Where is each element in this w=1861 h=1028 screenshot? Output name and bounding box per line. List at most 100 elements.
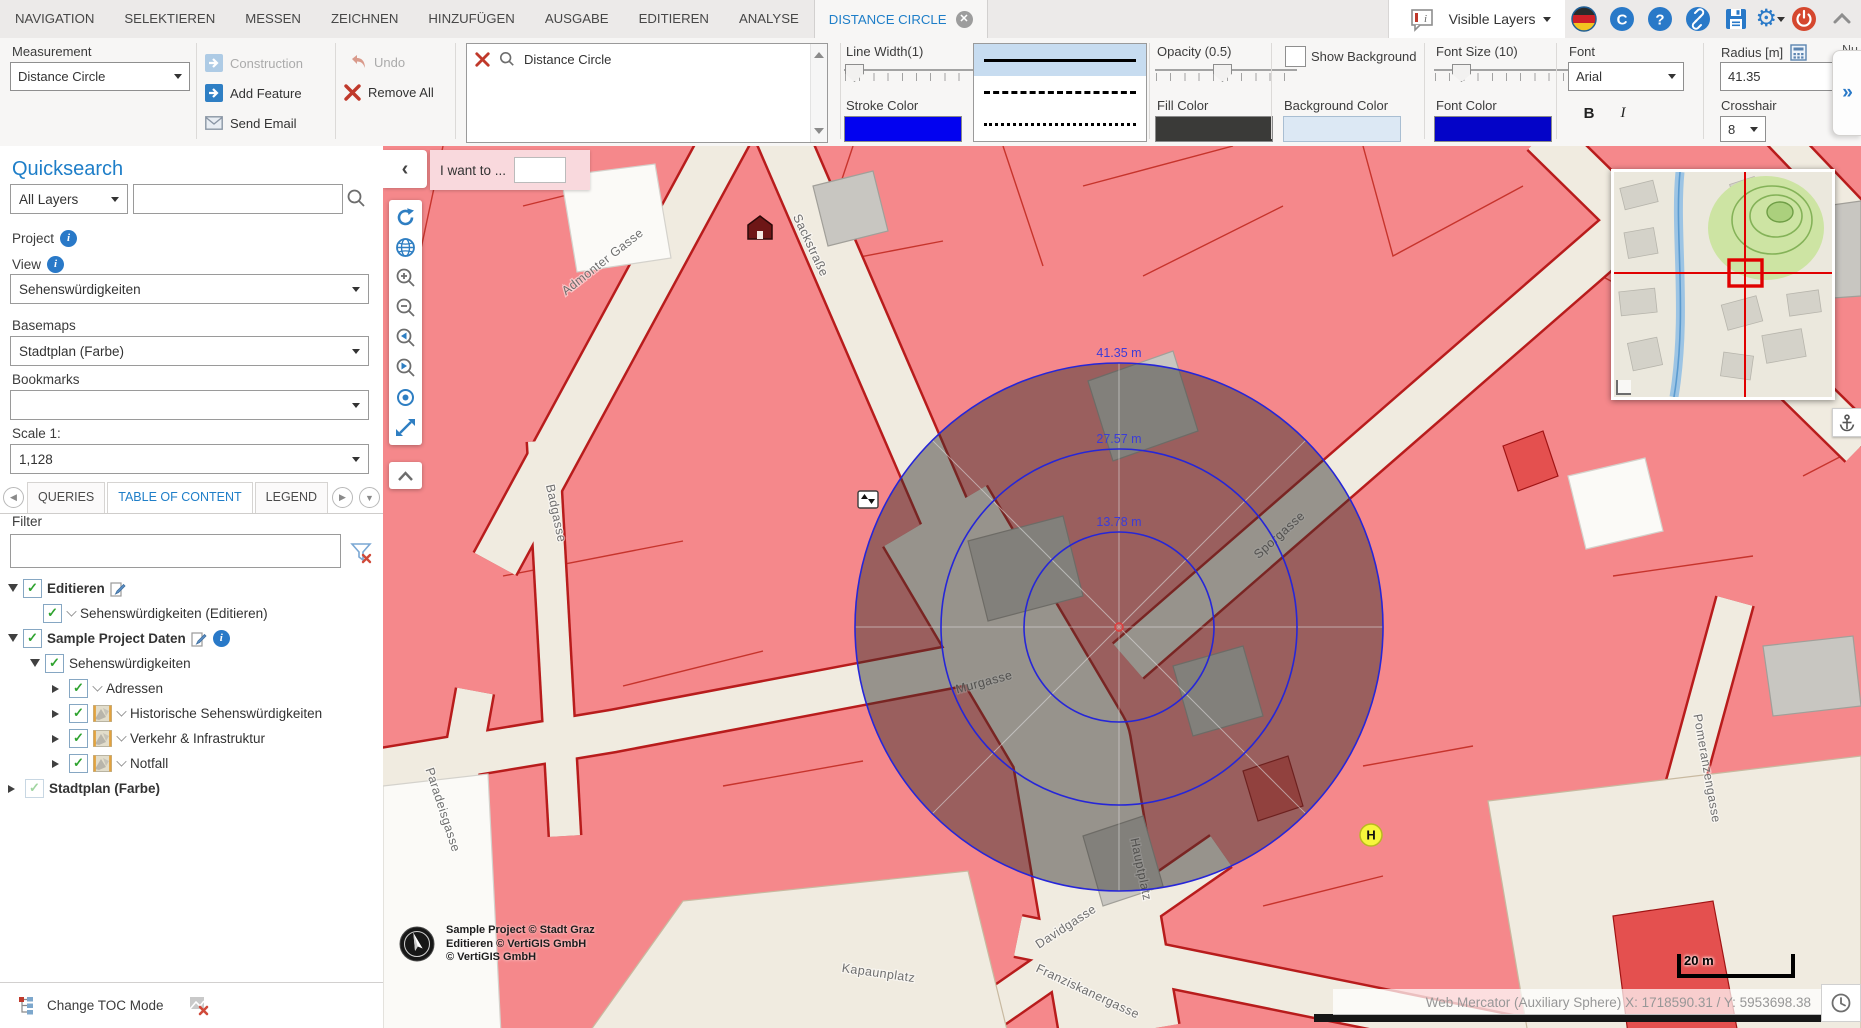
panel-tab-table-of-content[interactable]: TABLE OF CONTENT [107, 482, 252, 513]
layer-checkbox[interactable]: ✓ [25, 779, 44, 798]
panel-tab-queries[interactable]: QUERIES [27, 482, 105, 513]
list-scrollbar[interactable] [810, 44, 827, 142]
clear-filter-icon[interactable] [349, 540, 373, 564]
close-tab-icon[interactable]: ✕ [956, 11, 973, 28]
scroll-up-icon[interactable] [814, 47, 824, 58]
tree-row-verkehr-infrastruktur[interactable]: ✓Verkehr & Infrastruktur [52, 726, 265, 751]
show-background-checkbox[interactable] [1285, 46, 1306, 67]
bookmarks-select[interactable] [10, 390, 369, 420]
share-link-icon[interactable] [1685, 6, 1711, 32]
layer-checkbox[interactable]: ✓ [23, 579, 42, 598]
line-style-list[interactable] [973, 43, 1147, 142]
layer-menu-chevron-icon[interactable] [116, 731, 126, 741]
layer-checkbox[interactable]: ✓ [69, 729, 88, 748]
tree-expander-icon[interactable] [52, 685, 63, 693]
view-select[interactable]: Sehenswürdigkeiten [10, 274, 369, 304]
tree-expander-icon[interactable] [8, 584, 18, 597]
quicksearch-input[interactable] [133, 184, 343, 214]
save-icon[interactable] [1723, 6, 1749, 32]
tree-expander-icon[interactable] [52, 710, 63, 718]
layer-checkbox[interactable]: ✓ [69, 754, 88, 773]
collapse-ribbon-icon[interactable] [1829, 6, 1855, 32]
remove-all-button[interactable]: Remove All [344, 84, 434, 101]
tree-row-sehenswürdigkeiten[interactable]: ✓Sehenswürdigkeiten [30, 651, 191, 676]
visible-layers-dropdown[interactable]: i Visible Layers [1388, 0, 1566, 38]
zoom-to-item-icon[interactable] [499, 51, 515, 67]
font-size-slider[interactable] [1434, 64, 1576, 86]
crosshair-select[interactable]: 8 [1720, 116, 1766, 142]
tab-ausgabe[interactable]: AUSGABE [530, 0, 624, 38]
add-feature-button[interactable]: Add Feature [205, 84, 302, 102]
layer-menu-chevron-icon[interactable] [116, 756, 126, 766]
measurement-select[interactable]: Distance Circle [10, 62, 190, 91]
layer-info-icon[interactable]: i [213, 630, 230, 647]
globe-icon[interactable] [394, 236, 417, 259]
next-extent-icon[interactable] [394, 356, 417, 379]
fill-color-swatch[interactable] [1155, 116, 1273, 142]
i-want-to-input[interactable] [514, 157, 566, 183]
tab-analyse[interactable]: ANALYSE [724, 0, 814, 38]
layer-checkbox[interactable]: ✓ [43, 604, 62, 623]
line-width-slider[interactable] [844, 64, 986, 86]
tab-selektieren[interactable]: SELEKTIEREN [109, 0, 230, 38]
layer-checkbox[interactable]: ✓ [23, 629, 42, 648]
zoom-in-icon[interactable] [394, 266, 417, 289]
panel-tab-legend[interactable]: LEGEND [255, 482, 328, 513]
full-extent-icon[interactable] [394, 416, 417, 439]
language-german-flag-icon[interactable] [1571, 6, 1597, 32]
line-style-solid[interactable] [974, 44, 1146, 76]
layer-checkbox[interactable]: ✓ [69, 679, 88, 698]
scroll-down-icon[interactable] [814, 128, 824, 139]
poi-lift-marker[interactable] [858, 491, 878, 508]
tabs-scroll-right-icon[interactable]: ▶ [332, 487, 353, 508]
logout-power-icon[interactable] [1791, 6, 1817, 32]
delete-item-icon[interactable] [475, 52, 490, 67]
tabs-scroll-left-icon[interactable]: ◀ [3, 487, 24, 508]
stroke-color-swatch[interactable] [844, 116, 962, 142]
collapse-sidebar-button[interactable]: ‹ [383, 150, 427, 188]
change-toc-mode-icon[interactable] [18, 996, 37, 1015]
overview-map[interactable] [1611, 169, 1835, 400]
poi-hydrant-marker[interactable]: H [1360, 824, 1382, 846]
geocortex-icon[interactable]: C [1609, 6, 1635, 32]
bold-button[interactable]: B [1576, 100, 1602, 126]
center-map-icon[interactable] [394, 386, 417, 409]
settings-menu[interactable]: ⚙ [1755, 6, 1785, 32]
italic-button[interactable]: I [1610, 100, 1636, 126]
tree-expander-icon[interactable] [8, 634, 18, 647]
tree-expander-icon[interactable] [52, 760, 63, 768]
layer-checkbox[interactable]: ✓ [69, 704, 88, 723]
tree-row-sample-project-daten[interactable]: ✓Sample Project Dateni [8, 626, 230, 651]
line-style-dotted[interactable] [974, 108, 1146, 140]
measurement-list-item[interactable]: Distance Circle [467, 44, 827, 74]
radius-input[interactable]: 41.35 [1720, 62, 1834, 91]
previous-extent-icon[interactable] [394, 326, 417, 349]
send-email-button[interactable]: Send Email [205, 114, 296, 132]
tab-hinzufügen[interactable]: HINZUFÜGEN [413, 0, 529, 38]
project-info-icon[interactable]: i [60, 230, 77, 247]
tree-row-editieren[interactable]: ✓Editieren [8, 576, 126, 601]
toolbar-collapse-button[interactable] [389, 462, 422, 489]
north-compass-icon[interactable] [397, 924, 437, 964]
tab-zeichnen[interactable]: ZEICHNEN [316, 0, 413, 38]
layer-menu-chevron-icon[interactable] [116, 706, 126, 716]
tab-messen[interactable]: MESSEN [230, 0, 316, 38]
history-clock-button[interactable] [1821, 984, 1861, 1022]
font-color-swatch[interactable] [1434, 116, 1552, 142]
tree-expander-icon[interactable] [52, 735, 63, 743]
quicksearch-scope-select[interactable]: All Layers [10, 184, 128, 214]
background-color-swatch[interactable] [1283, 116, 1401, 142]
tabs-menu-icon[interactable]: ▼ [359, 487, 380, 508]
hide-thumbnails-icon[interactable] [188, 995, 209, 1016]
ribbon-overflow-button[interactable]: » [1832, 50, 1861, 136]
tree-expander-icon[interactable] [8, 785, 19, 793]
font-select[interactable]: Arial [1568, 62, 1684, 91]
view-info-icon[interactable]: i [47, 256, 64, 273]
tab-distance-circle[interactable]: DISTANCE CIRCLE ✕ [814, 0, 988, 38]
line-style-dashed[interactable] [974, 76, 1146, 108]
calculator-icon[interactable] [1790, 44, 1807, 61]
tree-row-sehenswürdigkeiten-editieren-[interactable]: ✓Sehenswürdigkeiten (Editieren) [30, 601, 268, 626]
undo-button[interactable]: Undo [348, 54, 405, 71]
tree-row-adressen[interactable]: ✓Adressen [52, 676, 163, 701]
tab-navigation[interactable]: NAVIGATION [0, 0, 109, 38]
